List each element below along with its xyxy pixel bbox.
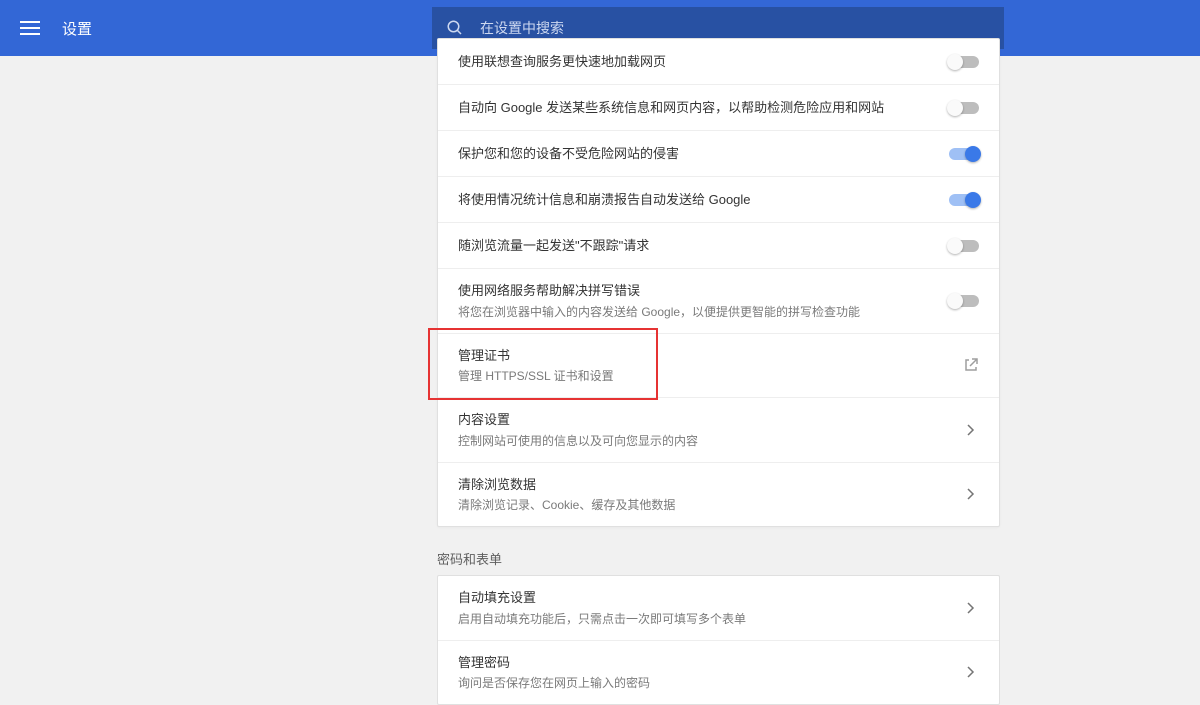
settings-row-4[interactable]: 随浏览流量一起发送"不跟踪"请求 (438, 223, 999, 269)
settings-row-2[interactable]: 保护您和您的设备不受危险网站的侵害 (438, 131, 999, 177)
toggle-switch[interactable] (949, 295, 979, 307)
settings-row-3[interactable]: 将使用情况统计信息和崩溃报告自动发送给 Google (438, 177, 999, 223)
passwords-row-0-title: 自动填充设置 (458, 588, 951, 608)
settings-row-7[interactable]: 内容设置控制网站可使用的信息以及可向您显示的内容 (438, 398, 999, 463)
menu-icon[interactable] (20, 21, 40, 35)
settings-row-6-subtitle: 管理 HTTPS/SSL 证书和设置 (458, 367, 951, 385)
chevron-right-icon (963, 664, 979, 680)
section-label-passwords: 密码和表单 (437, 549, 502, 568)
passwords-row-0-subtitle: 启用自动填充功能后，只需点击一次即可填写多个表单 (458, 610, 951, 628)
passwords-panel: 自动填充设置启用自动填充功能后，只需点击一次即可填写多个表单管理密码询问是否保存… (437, 575, 1000, 705)
toggle-switch[interactable] (949, 102, 979, 114)
toggle-switch[interactable] (949, 240, 979, 252)
settings-row-2-title: 保护您和您的设备不受危险网站的侵害 (458, 144, 937, 164)
chevron-right-icon (963, 486, 979, 502)
settings-row-8-subtitle: 清除浏览记录、Cookie、缓存及其他数据 (458, 496, 951, 514)
settings-row-5-title: 使用网络服务帮助解决拼写错误 (458, 281, 937, 301)
settings-row-1[interactable]: 自动向 Google 发送某些系统信息和网页内容，以帮助检测危险应用和网站 (438, 85, 999, 131)
passwords-row-1-title: 管理密码 (458, 653, 951, 673)
toggle-switch[interactable] (949, 194, 979, 206)
toggle-switch[interactable] (949, 148, 979, 160)
toggle-switch[interactable] (949, 56, 979, 68)
settings-row-5-subtitle: 将您在浏览器中输入的内容发送给 Google，以便提供更智能的拼写检查功能 (458, 303, 937, 321)
settings-row-8-title: 清除浏览数据 (458, 475, 951, 495)
settings-row-1-title: 自动向 Google 发送某些系统信息和网页内容，以帮助检测危险应用和网站 (458, 98, 937, 118)
search-icon (446, 19, 464, 37)
settings-row-7-title: 内容设置 (458, 410, 951, 430)
settings-row-6[interactable]: 管理证书管理 HTTPS/SSL 证书和设置 (438, 334, 999, 399)
settings-row-6-title: 管理证书 (458, 346, 951, 366)
passwords-row-0[interactable]: 自动填充设置启用自动填充功能后，只需点击一次即可填写多个表单 (438, 576, 999, 641)
settings-row-0-title: 使用联想查询服务更快速地加载网页 (458, 52, 937, 72)
settings-row-4-title: 随浏览流量一起发送"不跟踪"请求 (458, 236, 937, 256)
page-title: 设置 (62, 18, 92, 39)
settings-row-8[interactable]: 清除浏览数据清除浏览记录、Cookie、缓存及其他数据 (438, 463, 999, 527)
settings-row-7-subtitle: 控制网站可使用的信息以及可向您显示的内容 (458, 432, 951, 450)
search-input[interactable] (480, 20, 990, 36)
passwords-row-1[interactable]: 管理密码询问是否保存您在网页上输入的密码 (438, 641, 999, 705)
chevron-right-icon (963, 422, 979, 438)
settings-row-3-title: 将使用情况统计信息和崩溃报告自动发送给 Google (458, 190, 937, 210)
settings-panel: 使用联想查询服务更快速地加载网页自动向 Google 发送某些系统信息和网页内容… (437, 38, 1000, 527)
external-link-icon (963, 357, 979, 373)
settings-row-0[interactable]: 使用联想查询服务更快速地加载网页 (438, 39, 999, 85)
settings-row-5[interactable]: 使用网络服务帮助解决拼写错误将您在浏览器中输入的内容发送给 Google，以便提… (438, 269, 999, 334)
chevron-right-icon (963, 600, 979, 616)
passwords-row-1-subtitle: 询问是否保存您在网页上输入的密码 (458, 674, 951, 692)
